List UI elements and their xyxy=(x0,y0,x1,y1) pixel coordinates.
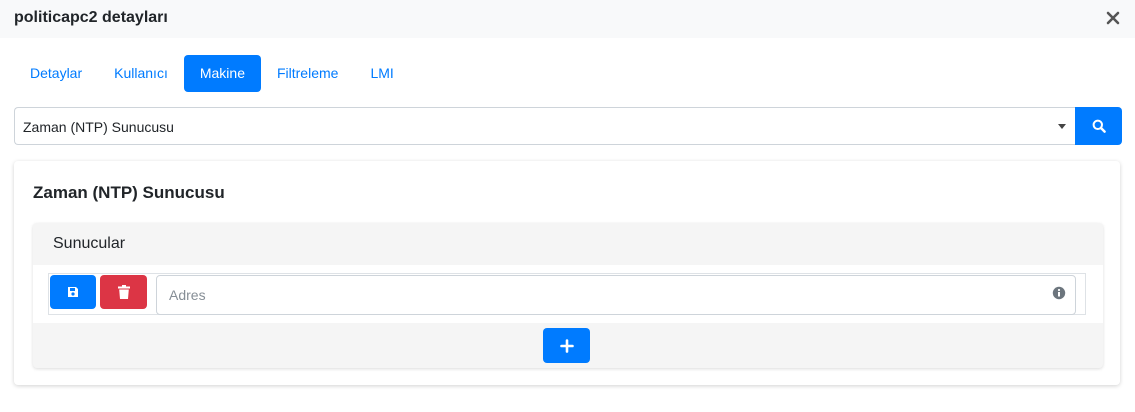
tab-lmi[interactable]: LMI xyxy=(354,55,409,92)
tab-bar: Detaylar Kullanıcı Makine Filtreleme LMI xyxy=(14,55,410,92)
info-icon xyxy=(1052,286,1066,300)
add-server-button[interactable] xyxy=(543,328,590,363)
close-icon[interactable] xyxy=(1105,10,1121,26)
server-list xyxy=(33,265,1103,323)
address-input[interactable] xyxy=(156,275,1076,315)
panel-title: Sunucular xyxy=(53,235,126,252)
settings-card: Zaman (NTP) Sunucusu Sunucular xyxy=(14,161,1120,385)
server-row xyxy=(48,273,1086,315)
setting-select[interactable]: Zaman (NTP) Sunucusu xyxy=(14,107,1075,145)
tab-detaylar[interactable]: Detaylar xyxy=(14,55,98,92)
modal-title: politicapc2 detayları xyxy=(14,9,168,26)
delete-button[interactable] xyxy=(100,275,147,309)
plus-icon xyxy=(559,338,574,353)
chevron-down-icon xyxy=(1058,124,1066,129)
search-button[interactable] xyxy=(1075,107,1122,145)
servers-panel: Sunucular xyxy=(33,223,1103,368)
section-title: Zaman (NTP) Sunucusu xyxy=(33,183,225,202)
tab-kullanici[interactable]: Kullanıcı xyxy=(98,55,184,92)
setting-select-value: Zaman (NTP) Sunucusu xyxy=(23,119,174,135)
tab-filtreleme[interactable]: Filtreleme xyxy=(261,55,354,92)
tab-makine[interactable]: Makine xyxy=(183,55,261,92)
trash-icon xyxy=(117,285,130,299)
modal-header: politicapc2 detayları xyxy=(0,0,1135,38)
search-icon xyxy=(1092,119,1106,133)
save-icon xyxy=(68,287,78,297)
save-button[interactable] xyxy=(50,275,96,309)
